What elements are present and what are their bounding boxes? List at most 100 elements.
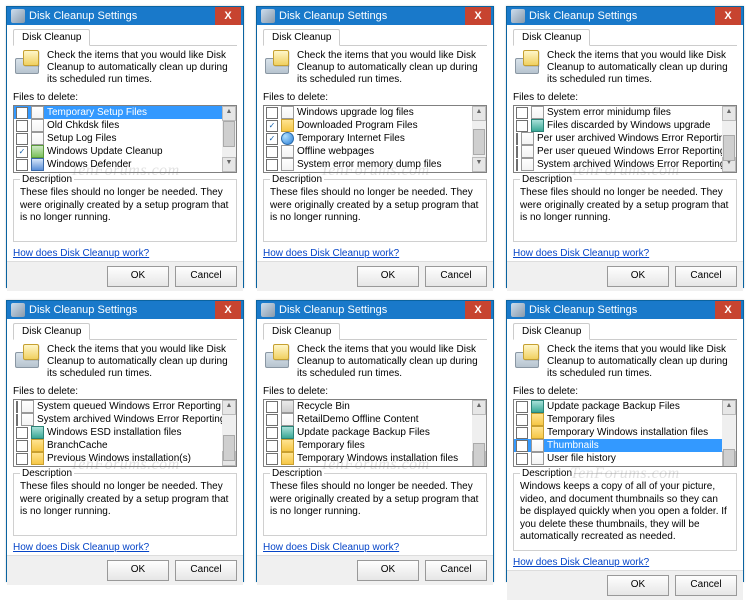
- checkbox[interactable]: [16, 133, 28, 145]
- list-item[interactable]: Update package Backup Files: [264, 426, 472, 439]
- tab-disk-cleanup[interactable]: Disk Cleanup: [263, 29, 340, 46]
- scroll-track[interactable]: [472, 121, 486, 157]
- list-item[interactable]: Setup Log Files: [14, 132, 222, 145]
- scroll-thumb[interactable]: [473, 443, 485, 467]
- ok-button[interactable]: OK: [607, 575, 669, 596]
- checkbox[interactable]: [16, 401, 18, 413]
- scroll-thumb[interactable]: [723, 135, 735, 161]
- scrollbar[interactable]: ▲▼: [472, 400, 486, 466]
- list-item[interactable]: Windows Defender: [14, 158, 222, 171]
- scrollbar[interactable]: ▲▼: [472, 106, 486, 172]
- list-item[interactable]: ✓Downloaded Program Files: [264, 119, 472, 132]
- checkbox[interactable]: [266, 453, 278, 465]
- scroll-track[interactable]: [722, 121, 736, 157]
- checkbox[interactable]: [266, 159, 278, 171]
- list-item[interactable]: Per user archived Windows Error Reportin…: [514, 132, 722, 145]
- ok-button[interactable]: OK: [357, 560, 419, 581]
- list-item[interactable]: Temporary files: [264, 439, 472, 452]
- list-item[interactable]: RetailDemo Offline Content: [264, 413, 472, 426]
- list-item[interactable]: Update package Backup Files: [514, 400, 722, 413]
- tab-disk-cleanup[interactable]: Disk Cleanup: [13, 323, 90, 340]
- scroll-track[interactable]: [222, 121, 236, 157]
- scroll-thumb[interactable]: [723, 449, 735, 467]
- files-listbox[interactable]: Update package Backup FilesTemporary fil…: [513, 399, 737, 467]
- list-item[interactable]: Thumbnails: [514, 439, 722, 452]
- list-item[interactable]: System archived Windows Error Reporting …: [514, 158, 722, 171]
- checkbox[interactable]: [516, 159, 518, 171]
- scrollbar[interactable]: ▲▼: [722, 106, 736, 172]
- checkbox[interactable]: [266, 427, 278, 439]
- checkbox[interactable]: [516, 440, 528, 452]
- tab-disk-cleanup[interactable]: Disk Cleanup: [263, 323, 340, 340]
- checkbox[interactable]: [16, 414, 18, 426]
- scroll-down-button[interactable]: ▼: [472, 157, 486, 172]
- list-item[interactable]: Temporary Setup Files: [14, 106, 222, 119]
- checkbox[interactable]: [516, 120, 528, 132]
- checkbox[interactable]: ✓: [266, 133, 278, 145]
- checkbox[interactable]: [516, 146, 518, 158]
- ok-button[interactable]: OK: [107, 560, 169, 581]
- list-item[interactable]: Recycle Bin: [264, 400, 472, 413]
- checkbox[interactable]: [516, 427, 528, 439]
- cancel-button[interactable]: Cancel: [675, 266, 737, 287]
- scroll-thumb[interactable]: [223, 121, 235, 147]
- help-link[interactable]: How does Disk Cleanup work?: [13, 242, 237, 259]
- checkbox[interactable]: [16, 440, 28, 452]
- scroll-down-button[interactable]: ▼: [222, 157, 236, 172]
- files-listbox[interactable]: Windows upgrade log files✓Downloaded Pro…: [263, 105, 487, 173]
- checkbox[interactable]: [266, 440, 278, 452]
- cancel-button[interactable]: Cancel: [175, 266, 237, 287]
- tab-disk-cleanup[interactable]: Disk Cleanup: [513, 323, 590, 340]
- list-item[interactable]: Offline webpages: [264, 145, 472, 158]
- checkbox[interactable]: [16, 120, 28, 132]
- list-item[interactable]: ✓Windows Update Cleanup: [14, 145, 222, 158]
- close-button[interactable]: X: [465, 7, 491, 25]
- list-item[interactable]: Files discarded by Windows upgrade: [514, 119, 722, 132]
- list-item[interactable]: Temporary files: [514, 413, 722, 426]
- checkbox[interactable]: [16, 453, 28, 465]
- close-button[interactable]: X: [215, 7, 241, 25]
- checkbox[interactable]: [266, 107, 278, 119]
- scroll-up-button[interactable]: ▲: [722, 106, 736, 121]
- files-listbox[interactable]: System error minidump filesFiles discard…: [513, 105, 737, 173]
- files-listbox[interactable]: Recycle BinRetailDemo Offline ContentUpd…: [263, 399, 487, 467]
- list-item[interactable]: System queued Windows Error Reporting Fi…: [14, 400, 222, 413]
- scrollbar[interactable]: ▲▼: [722, 400, 736, 466]
- checkbox[interactable]: [266, 401, 278, 413]
- checkbox[interactable]: [16, 159, 28, 171]
- close-button[interactable]: X: [715, 301, 741, 319]
- scroll-up-button[interactable]: ▲: [222, 106, 236, 121]
- checkbox[interactable]: ✓: [266, 120, 278, 132]
- checkbox[interactable]: ✓: [16, 146, 28, 158]
- scroll-track[interactable]: [472, 415, 486, 451]
- files-listbox[interactable]: Temporary Setup FilesOld Chkdsk filesSet…: [13, 105, 237, 173]
- scroll-thumb[interactable]: [223, 435, 235, 461]
- close-button[interactable]: X: [715, 7, 741, 25]
- help-link[interactable]: How does Disk Cleanup work?: [513, 551, 737, 568]
- help-link[interactable]: How does Disk Cleanup work?: [263, 242, 487, 259]
- scrollbar[interactable]: ▲▼: [222, 106, 236, 172]
- list-item[interactable]: System error memory dump files: [264, 158, 472, 171]
- checkbox[interactable]: [266, 414, 278, 426]
- checkbox[interactable]: [266, 146, 278, 158]
- checkbox[interactable]: [516, 453, 528, 465]
- cancel-button[interactable]: Cancel: [175, 560, 237, 581]
- checkbox[interactable]: [516, 401, 528, 413]
- checkbox[interactable]: [516, 414, 528, 426]
- scroll-up-button[interactable]: ▲: [472, 400, 486, 415]
- files-listbox[interactable]: System queued Windows Error Reporting Fi…: [13, 399, 237, 467]
- scroll-up-button[interactable]: ▲: [472, 106, 486, 121]
- ok-button[interactable]: OK: [107, 266, 169, 287]
- cancel-button[interactable]: Cancel: [425, 266, 487, 287]
- ok-button[interactable]: OK: [607, 266, 669, 287]
- scroll-thumb[interactable]: [473, 129, 485, 155]
- list-item[interactable]: Temporary Windows installation files: [264, 452, 472, 465]
- checkbox[interactable]: [516, 107, 528, 119]
- scroll-up-button[interactable]: ▲: [222, 400, 236, 415]
- list-item[interactable]: Temporary Windows installation files: [514, 426, 722, 439]
- scroll-up-button[interactable]: ▲: [722, 400, 736, 415]
- checkbox[interactable]: [16, 427, 28, 439]
- scroll-track[interactable]: [722, 415, 736, 451]
- help-link[interactable]: How does Disk Cleanup work?: [263, 536, 487, 553]
- close-button[interactable]: X: [215, 301, 241, 319]
